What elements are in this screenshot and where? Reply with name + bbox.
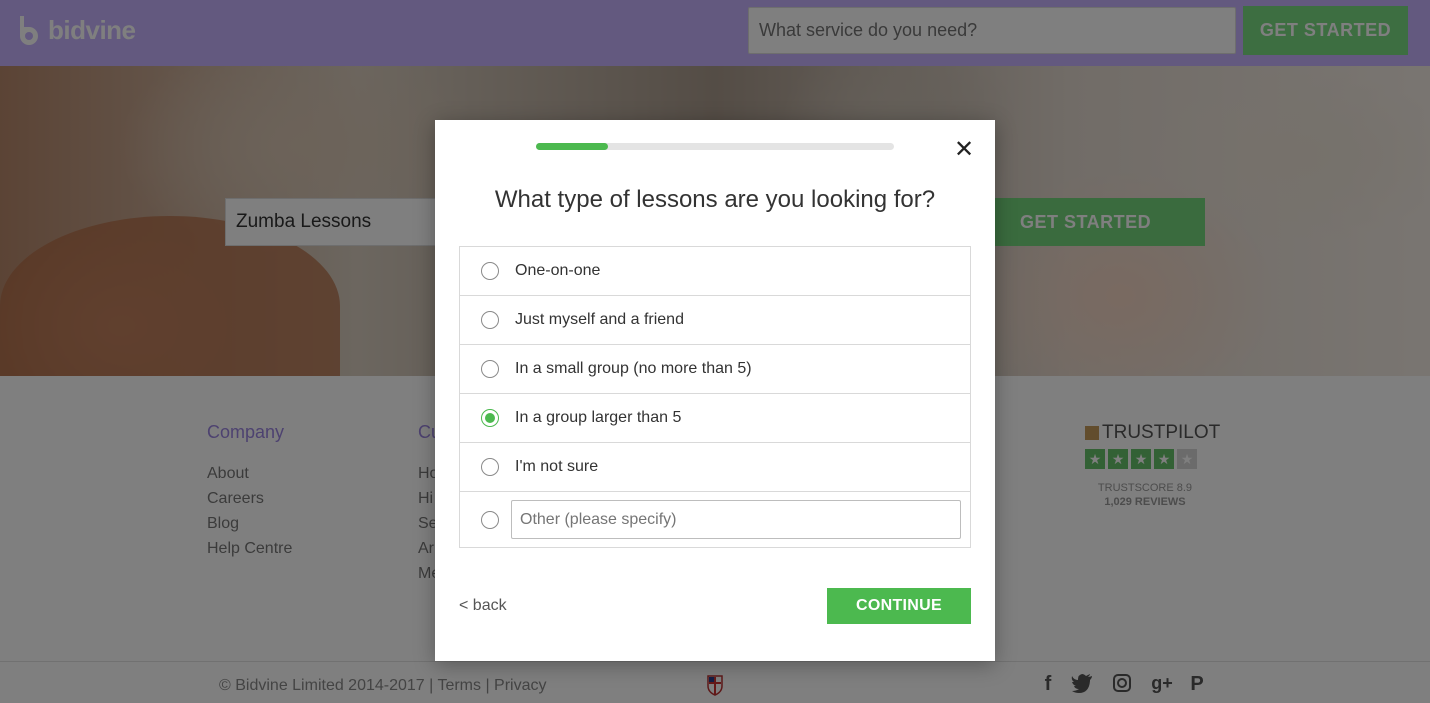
option-label: In a group larger than 5 [515, 409, 682, 426]
close-icon[interactable]: ✕ [950, 136, 978, 164]
other-specify-input[interactable] [511, 500, 961, 539]
option-label: Just myself and a friend [515, 311, 684, 328]
radio-button-selected[interactable] [481, 409, 499, 427]
progress-bar [536, 143, 894, 150]
option-not-sure[interactable]: I'm not sure [460, 443, 970, 492]
progress-bar-fill [536, 143, 608, 150]
radio-button[interactable] [481, 360, 499, 378]
options-list: One-on-one Just myself and a friend In a… [459, 246, 971, 548]
lesson-type-modal: ✕ What type of lessons are you looking f… [435, 120, 995, 661]
option-other[interactable] [460, 492, 970, 547]
option-small-group[interactable]: In a small group (no more than 5) [460, 345, 970, 394]
option-myself-and-friend[interactable]: Just myself and a friend [460, 296, 970, 345]
radio-button[interactable] [481, 262, 499, 280]
radio-button[interactable] [481, 311, 499, 329]
radio-button[interactable] [481, 510, 499, 529]
radio-button[interactable] [481, 458, 499, 476]
continue-button[interactable]: CONTINUE [827, 588, 971, 624]
option-label: In a small group (no more than 5) [515, 360, 752, 377]
option-label: One-on-one [515, 262, 601, 279]
option-large-group[interactable]: In a group larger than 5 [460, 394, 970, 443]
option-label: I'm not sure [515, 458, 599, 475]
modal-title: What type of lessons are you looking for… [494, 186, 936, 213]
back-link[interactable]: < back [459, 597, 507, 615]
option-one-on-one[interactable]: One-on-one [460, 247, 970, 296]
